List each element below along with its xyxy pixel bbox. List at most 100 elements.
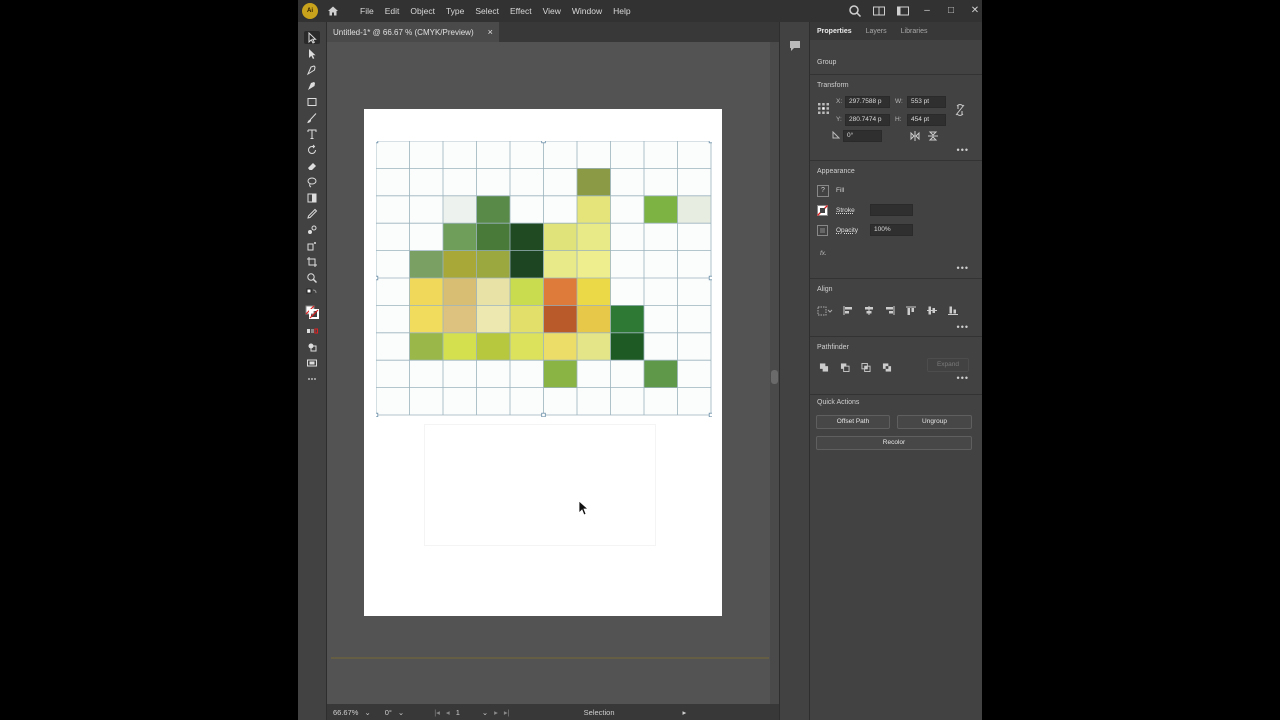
- tab-layers[interactable]: Layers: [859, 28, 894, 35]
- opacity-field[interactable]: 100%: [870, 224, 913, 236]
- grid-cell[interactable]: [409, 332, 444, 361]
- grid-cell[interactable]: [510, 278, 544, 306]
- grid-cell[interactable]: [543, 223, 578, 251]
- grid-cell[interactable]: [443, 278, 477, 306]
- bounding-box-handle[interactable]: [373, 275, 379, 281]
- grid-cell[interactable]: [510, 305, 544, 333]
- pathfinder-exclude-icon[interactable]: [882, 363, 892, 372]
- selection-tool[interactable]: [304, 31, 320, 44]
- pathfinder-minus-front-icon[interactable]: [840, 363, 850, 372]
- bounding-box-handle[interactable]: [541, 412, 546, 418]
- grid-cell[interactable]: [476, 305, 511, 333]
- grid-cell[interactable]: [577, 278, 611, 306]
- close-tab-icon[interactable]: ×: [488, 27, 493, 37]
- grid-cell[interactable]: [610, 305, 645, 333]
- zoom-tool[interactable]: [304, 271, 320, 284]
- canvas-area[interactable]: [327, 42, 770, 704]
- grid-cell[interactable]: [577, 223, 611, 251]
- align-to-selection-icon[interactable]: [817, 306, 833, 316]
- stroke-label[interactable]: Stroke: [836, 207, 855, 214]
- rotate-angle-field[interactable]: 0°: [843, 130, 882, 142]
- pathfinder-intersect-icon[interactable]: [861, 363, 871, 372]
- stroke-weight-field[interactable]: [870, 204, 913, 216]
- drawing-mode-tool[interactable]: [304, 340, 320, 353]
- search-icon[interactable]: [848, 4, 862, 18]
- gradient-tool[interactable]: [304, 191, 320, 204]
- fx-button[interactable]: fx.: [820, 250, 827, 257]
- bounding-box-handle[interactable]: [708, 412, 714, 418]
- grid-cell[interactable]: [409, 305, 444, 333]
- tab-properties[interactable]: Properties: [810, 28, 859, 35]
- grid-cell[interactable]: [409, 250, 444, 278]
- menu-edit[interactable]: Edit: [385, 6, 400, 16]
- rotation-dropdown-icon[interactable]: ⌄: [398, 708, 404, 717]
- artboard-dropdown-icon[interactable]: ⌄: [482, 708, 488, 717]
- grid-cell[interactable]: [510, 250, 544, 278]
- grid-cell[interactable]: [644, 195, 678, 224]
- document-tab[interactable]: Untitled-1* @ 66.67 % (CMYK/Preview) ×: [327, 22, 499, 42]
- grid-cell[interactable]: [476, 223, 511, 251]
- grid-cell[interactable]: [543, 332, 578, 361]
- menu-effect[interactable]: Effect: [510, 6, 532, 16]
- align-left-icon[interactable]: [843, 306, 853, 315]
- lasso-tool[interactable]: [304, 175, 320, 188]
- align-right-icon[interactable]: [885, 306, 895, 315]
- zoom-dropdown-icon[interactable]: ⌄: [364, 708, 370, 717]
- color-mode-buttons[interactable]: [304, 324, 320, 337]
- menu-help[interactable]: Help: [613, 6, 630, 16]
- y-position-field[interactable]: 280.7474 p: [845, 114, 890, 126]
- offset-path-button[interactable]: Offset Path: [816, 415, 890, 429]
- menu-view[interactable]: View: [543, 6, 561, 16]
- grid-cell[interactable]: [409, 278, 444, 306]
- grid-cell[interactable]: [644, 360, 678, 388]
- x-position-field[interactable]: 297.7588 p: [845, 96, 890, 108]
- bounding-box-handle[interactable]: [541, 138, 546, 144]
- first-artboard-icon[interactable]: |◂: [434, 708, 440, 717]
- artboard[interactable]: [364, 109, 722, 616]
- align-top-icon[interactable]: [906, 306, 916, 315]
- artboard-number-field[interactable]: 1: [456, 708, 460, 717]
- bounding-box-handle[interactable]: [708, 275, 714, 281]
- bounding-box-handle[interactable]: [373, 138, 379, 144]
- symbol-sprayer-tool[interactable]: [304, 239, 320, 252]
- ungroup-button[interactable]: Ungroup: [897, 415, 972, 429]
- grid-cell[interactable]: [443, 305, 477, 333]
- grid-cell[interactable]: [577, 168, 611, 196]
- constrain-proportions-icon[interactable]: [955, 104, 965, 116]
- grid-cell[interactable]: [476, 195, 511, 224]
- flip-vertical-icon[interactable]: [928, 131, 938, 141]
- grid-cell[interactable]: [476, 278, 511, 306]
- grid-cell[interactable]: [476, 250, 511, 278]
- pixel-grid-group[interactable]: [373, 138, 714, 419]
- grid-cell[interactable]: [543, 305, 578, 333]
- next-artboard-icon[interactable]: ▸: [494, 708, 498, 717]
- type-tool[interactable]: [304, 127, 320, 140]
- eraser-tool[interactable]: [304, 159, 320, 172]
- grid-cell[interactable]: [510, 332, 544, 361]
- grid-cell[interactable]: [443, 223, 477, 251]
- blend-tool[interactable]: [304, 223, 320, 236]
- app-logo[interactable]: Ai: [302, 3, 318, 19]
- menu-type[interactable]: Type: [446, 6, 464, 16]
- grid-cell[interactable]: [543, 278, 578, 306]
- rotate-tool[interactable]: [304, 143, 320, 156]
- grid-cell[interactable]: [577, 305, 611, 333]
- home-icon[interactable]: [326, 4, 340, 18]
- opacity-label[interactable]: Opacity: [836, 227, 858, 234]
- minimize-icon[interactable]: –: [920, 4, 934, 18]
- edit-toolbar-button[interactable]: [304, 372, 320, 385]
- grid-cell[interactable]: [543, 250, 578, 278]
- width-field[interactable]: 553 pt: [907, 96, 946, 108]
- arrange-documents-icon[interactable]: [872, 4, 886, 18]
- grid-cell[interactable]: [510, 223, 544, 251]
- default-colors-toggle[interactable]: [304, 287, 320, 300]
- grid-cell[interactable]: [543, 360, 578, 388]
- grid-cell[interactable]: [577, 195, 611, 224]
- menu-select[interactable]: Select: [475, 6, 499, 16]
- direct-selection-tool[interactable]: [304, 47, 320, 60]
- status-menu-icon[interactable]: ▸: [683, 708, 687, 717]
- bounding-box-handle[interactable]: [373, 412, 379, 418]
- grid-cell[interactable]: [443, 195, 477, 224]
- expand-button[interactable]: Expand: [927, 358, 969, 372]
- menu-object[interactable]: Object: [410, 6, 435, 16]
